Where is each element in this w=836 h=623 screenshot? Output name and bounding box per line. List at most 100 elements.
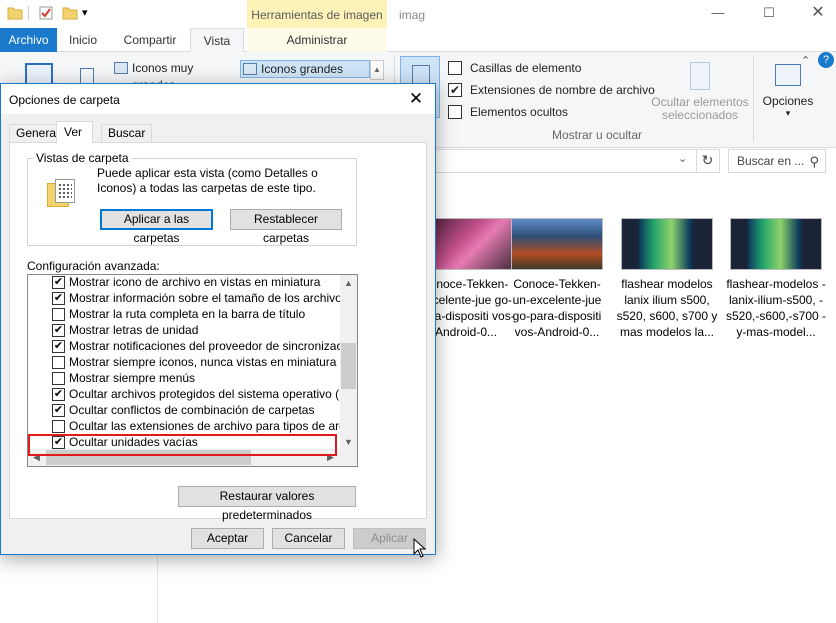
checkbox-checked[interactable]: ✔: [52, 340, 65, 353]
close-icon[interactable]: ✕: [401, 88, 431, 110]
setting-label: Mostrar notificaciones del proveedor de …: [69, 339, 344, 353]
advanced-setting-row[interactable]: ✔ Mostrar información sobre el tamaño de …: [28, 291, 344, 307]
dialog-title: Opciones de carpeta: [9, 93, 120, 107]
horizontal-scrollbar[interactable]: ◀ ▶: [28, 449, 357, 466]
file-item[interactable]: flashear modelos lanix ilium s500, s520,…: [615, 218, 719, 340]
hide-selected-icon: [690, 62, 710, 90]
hide-selected-label: Ocultar elementos seleccionados: [651, 95, 749, 122]
tab-inicio[interactable]: Inicio: [60, 28, 106, 52]
checkbox-checked[interactable]: ✔: [52, 388, 65, 401]
quick-access-dropdown-icon[interactable]: ▾: [82, 6, 98, 22]
search-icon: ⚲: [809, 154, 819, 169]
folder-icon[interactable]: [7, 5, 23, 21]
advanced-setting-row[interactable]: Mostrar siempre menús: [28, 371, 344, 387]
new-folder-icon[interactable]: [62, 5, 78, 21]
window-title: imag: [399, 8, 426, 22]
toolbar-separator: [28, 6, 29, 20]
advanced-setting-row[interactable]: ✔ Mostrar notificaciones del proveedor de…: [28, 339, 344, 355]
vertical-scrollbar[interactable]: ▲ ▼: [340, 275, 357, 451]
image-thumbnail: [621, 218, 713, 270]
icons-very-large-icon: [114, 62, 128, 74]
setting-label: Mostrar letras de unidad: [69, 323, 199, 337]
file-extensions-option[interactable]: ✔ Extensiones de nombre de archivo: [448, 82, 655, 100]
checkbox-checked[interactable]: ✔: [52, 324, 65, 337]
scroll-up-icon[interactable]: ▲: [340, 275, 357, 292]
option-label: Extensiones de nombre de archivo: [470, 83, 655, 97]
setting-label: Ocultar unidades vacías: [69, 435, 198, 449]
address-bar[interactable]: [430, 149, 720, 173]
advanced-settings-list[interactable]: ✔ Ocultar unidades vacías Ocultar las exte…: [27, 274, 358, 467]
advanced-setting-row[interactable]: Mostrar la ruta completa en la barra de …: [28, 307, 344, 323]
scroll-thumb[interactable]: [46, 450, 251, 465]
tab-vista[interactable]: Vista: [190, 28, 244, 53]
checkbox-checked[interactable]: ✔: [448, 83, 462, 97]
setting-label: Mostrar la ruta completa en la barra de …: [69, 307, 306, 321]
layout-icons-very-large[interactable]: Iconos muy grandes: [112, 60, 238, 92]
search-input[interactable]: Buscar en ... ⚲: [728, 149, 826, 173]
tab-archivo[interactable]: Archivo: [0, 28, 57, 52]
advanced-setting-row[interactable]: ✔ Ocultar archivos protegidos del sistema…: [28, 387, 344, 403]
ribbon-tabs: Archivo Inicio Compartir Vista Administr…: [0, 28, 836, 53]
properties-check-icon[interactable]: [38, 5, 54, 21]
checkbox-unchecked[interactable]: [52, 356, 65, 369]
chevron-down-icon: ▾: [785, 108, 791, 118]
tab-compartir[interactable]: Compartir: [112, 28, 188, 52]
icons-large-icon: [243, 63, 257, 75]
checkbox-checked[interactable]: ✔: [52, 276, 65, 289]
mouse-cursor-icon: [413, 538, 427, 558]
checkbox-checked[interactable]: ✔: [52, 292, 65, 305]
scroll-right-icon[interactable]: ▶: [322, 449, 339, 466]
file-item[interactable]: flashear-modelos -lanix-ilium-s500, -s52…: [724, 218, 828, 340]
ok-button[interactable]: Aceptar: [191, 528, 264, 549]
checkbox-checked[interactable]: ✔: [52, 436, 65, 449]
option-label: Elementos ocultos: [470, 105, 569, 119]
search-placeholder: Buscar en ...: [737, 154, 805, 168]
hide-selected-button[interactable]: Ocultar elementos seleccionados: [650, 56, 750, 122]
checkbox-unchecked[interactable]: [52, 420, 65, 433]
options-label: Opciones: [762, 94, 814, 108]
ribbon-divider: [753, 56, 754, 142]
scroll-left-icon[interactable]: ◀: [28, 449, 45, 466]
address-history-chevron-icon[interactable]: ⌄: [678, 152, 687, 165]
file-item[interactable]: Conoce-Tekken-un-excelente-jue go-para-d…: [505, 218, 609, 340]
scroll-corner: [340, 449, 357, 466]
cancel-button[interactable]: Cancelar: [272, 528, 345, 549]
checkbox-checked[interactable]: ✔: [52, 404, 65, 417]
hidden-items-option[interactable]: Elementos ocultos: [448, 104, 568, 122]
option-label: Casillas de elemento: [470, 61, 582, 75]
preview-pane-icon[interactable]: [80, 68, 94, 84]
item-checkboxes-option[interactable]: Casillas de elemento: [448, 60, 581, 78]
setting-label: Mostrar siempre menús: [69, 371, 196, 385]
file-name: flashear-modelos -lanix-ilium-s500, -s52…: [725, 277, 827, 339]
minimize-button[interactable]: —: [700, 3, 736, 25]
explorer-titlebar: ▾ Herramientas de imagen imag — ☐ ✕: [0, 0, 836, 28]
image-thumbnail: [511, 218, 603, 270]
apply-to-folders-button[interactable]: Aplicar a las carpetas: [100, 209, 213, 245]
tab-ver[interactable]: Ver: [56, 121, 94, 143]
checkbox-unchecked[interactable]: [52, 308, 65, 321]
checkbox-unchecked[interactable]: [448, 105, 462, 119]
checkbox-unchecked[interactable]: [52, 372, 65, 385]
close-icon[interactable]: ✕: [800, 3, 836, 25]
advanced-setting-row[interactable]: ✔ Mostrar letras de unidad: [28, 323, 344, 339]
setting-label: Mostrar siempre iconos, nunca vistas en …: [69, 355, 337, 369]
advanced-setting-row[interactable]: Mostrar siempre iconos, nunca vistas en …: [28, 355, 344, 371]
layout-scroll-up-icon[interactable]: ▲: [370, 60, 384, 80]
help-icon[interactable]: ?: [818, 52, 834, 68]
advanced-setting-row[interactable]: Ocultar las extensiones de archivo para …: [28, 419, 344, 435]
tab-buscar[interactable]: Buscar: [101, 124, 153, 143]
expand-ribbon-icon[interactable]: ⌃: [801, 54, 810, 67]
maximize-button[interactable]: ☐: [751, 3, 787, 25]
refresh-icon[interactable]: ↻: [696, 149, 718, 173]
advanced-setting-row[interactable]: ✔ Ocultar conflictos de combinación de ca…: [28, 403, 344, 419]
layout-icons-large[interactable]: Iconos grandes: [240, 60, 370, 78]
tab-panel-ver: Vistas de carpeta Puede aplicar esta vis…: [9, 142, 427, 522]
tab-administrar[interactable]: Administrar: [247, 28, 387, 52]
advanced-setting-row[interactable]: ✔ Mostrar icono de archivo en vistas en m…: [28, 275, 344, 291]
layout-label: Iconos grandes: [261, 62, 344, 76]
reset-folders-button[interactable]: Restablecer carpetas: [230, 209, 342, 245]
restore-defaults-button[interactable]: Restaurar valores predeterminados: [178, 486, 356, 522]
checkbox-unchecked[interactable]: [448, 61, 462, 75]
scroll-thumb[interactable]: [341, 343, 356, 389]
setting-label: Ocultar conflictos de combinación de car…: [69, 403, 315, 417]
